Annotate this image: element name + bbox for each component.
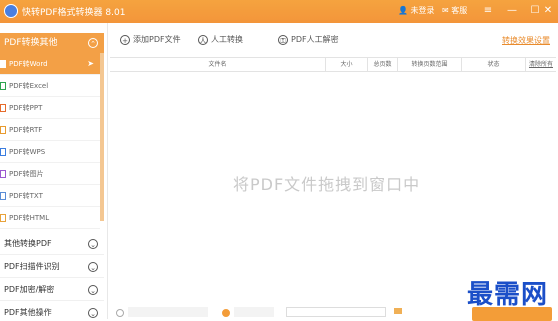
- customer-service[interactable]: ✉ 客服: [442, 5, 467, 16]
- txt-file-icon: [0, 192, 6, 200]
- clear-all-button[interactable]: 清除所有: [525, 58, 556, 71]
- app-title: 快转PDF格式转换器 8.01: [22, 8, 126, 18]
- watermark-logo: 最需网: [466, 280, 548, 310]
- column-size: 大小: [325, 58, 367, 71]
- user-icon: 👤: [398, 6, 408, 15]
- manual-decrypt-button[interactable]: ⚿ PDF人工解密: [278, 33, 339, 47]
- sidebar-item-pdf-to-txt[interactable]: PDF转TXT: [0, 185, 100, 207]
- convert-settings-link[interactable]: 转换效果设置: [502, 35, 550, 46]
- login-status[interactable]: 👤 未登录: [398, 5, 435, 16]
- ppt-file-icon: [0, 104, 6, 112]
- app-logo-icon: [4, 4, 18, 18]
- sidebar-group-pdf-to-other[interactable]: PDF转换其他 ⌃: [0, 33, 104, 53]
- arrow-right-icon: ➤: [87, 59, 94, 68]
- sidebar-item-pdf-to-html[interactable]: PDF转HTML: [0, 207, 100, 229]
- sidebar: PDF转换其他 ⌃ PDF转Word ➤ PDF转Excel PDF转PPT P…: [0, 23, 108, 319]
- sidebar-item-pdf-to-image[interactable]: PDF转图片: [0, 163, 100, 185]
- chat-icon: ✉: [442, 6, 449, 15]
- sidebar-group-encrypt-decrypt[interactable]: PDF加密/解密 ⌄: [0, 279, 104, 301]
- column-page-range: 转换页数范围: [397, 58, 461, 71]
- image-file-icon: [0, 170, 6, 178]
- output-radio-original[interactable]: [116, 309, 124, 317]
- sidebar-item-pdf-to-ppt[interactable]: PDF转PPT: [0, 97, 100, 119]
- wps-file-icon: [0, 148, 6, 156]
- add-pdf-button[interactable]: + 添加PDF文件: [120, 33, 181, 47]
- close-button[interactable]: ✕: [540, 3, 556, 19]
- folder-icon[interactable]: [394, 308, 402, 314]
- chevron-down-icon: ⌄: [88, 262, 98, 272]
- output-radio-custom[interactable]: [222, 309, 230, 317]
- chevron-up-icon: ⌃: [88, 38, 98, 48]
- manual-convert-button[interactable]: 人 人工转换: [198, 33, 243, 47]
- plus-icon: +: [120, 35, 130, 45]
- column-total-pages: 总页数: [367, 58, 397, 71]
- lock-icon: ⚿: [278, 35, 288, 45]
- person-icon: 人: [198, 35, 208, 45]
- output-label-original: [128, 307, 208, 317]
- toolbar: + 添加PDF文件 人 人工转换 ⚿ PDF人工解密 转换效果设置: [112, 31, 558, 51]
- sidebar-item-pdf-to-excel[interactable]: PDF转Excel: [0, 75, 100, 97]
- output-label-custom: [234, 307, 274, 317]
- sidebar-item-pdf-to-wps[interactable]: PDF转WPS: [0, 141, 100, 163]
- sidebar-group-other-to-pdf[interactable]: 其他转换PDF ⌄: [0, 233, 104, 255]
- login-label: 未登录: [410, 6, 435, 15]
- excel-file-icon: [0, 82, 6, 90]
- sidebar-group-other-operations[interactable]: PDF其他操作 ⌄: [0, 302, 104, 319]
- output-path-input[interactable]: [286, 307, 386, 317]
- menu-button[interactable]: ≡: [480, 3, 496, 19]
- drop-zone-hint: 将PDF文件拖拽到窗口中: [233, 175, 421, 194]
- group-label: PDF转换其他: [4, 38, 58, 48]
- title-bar: 快转PDF格式转换器 8.01 👤 未登录 ✉ 客服 ≡ — ☐ ✕: [0, 0, 558, 23]
- sidebar-item-pdf-to-word[interactable]: PDF转Word ➤: [0, 53, 100, 75]
- word-file-icon: [0, 60, 6, 68]
- minimize-button[interactable]: —: [504, 3, 520, 19]
- sidebar-item-pdf-to-rtf[interactable]: PDF转RTF: [0, 119, 100, 141]
- chevron-down-icon: ⌄: [88, 239, 98, 249]
- chevron-down-icon: ⌄: [88, 308, 98, 318]
- sidebar-scrollbar[interactable]: [100, 53, 104, 221]
- column-status: 状态: [461, 58, 525, 71]
- html-file-icon: [0, 214, 6, 222]
- rtf-file-icon: [0, 126, 6, 134]
- file-table-header: 文件名 大小 总页数 转换页数范围 状态 清除所有: [110, 57, 556, 72]
- column-filename: 文件名: [208, 61, 227, 68]
- sidebar-group-scan-ocr[interactable]: PDF扫描件识别 ⌄: [0, 256, 104, 278]
- service-label: 客服: [451, 6, 468, 15]
- chevron-down-icon: ⌄: [88, 285, 98, 295]
